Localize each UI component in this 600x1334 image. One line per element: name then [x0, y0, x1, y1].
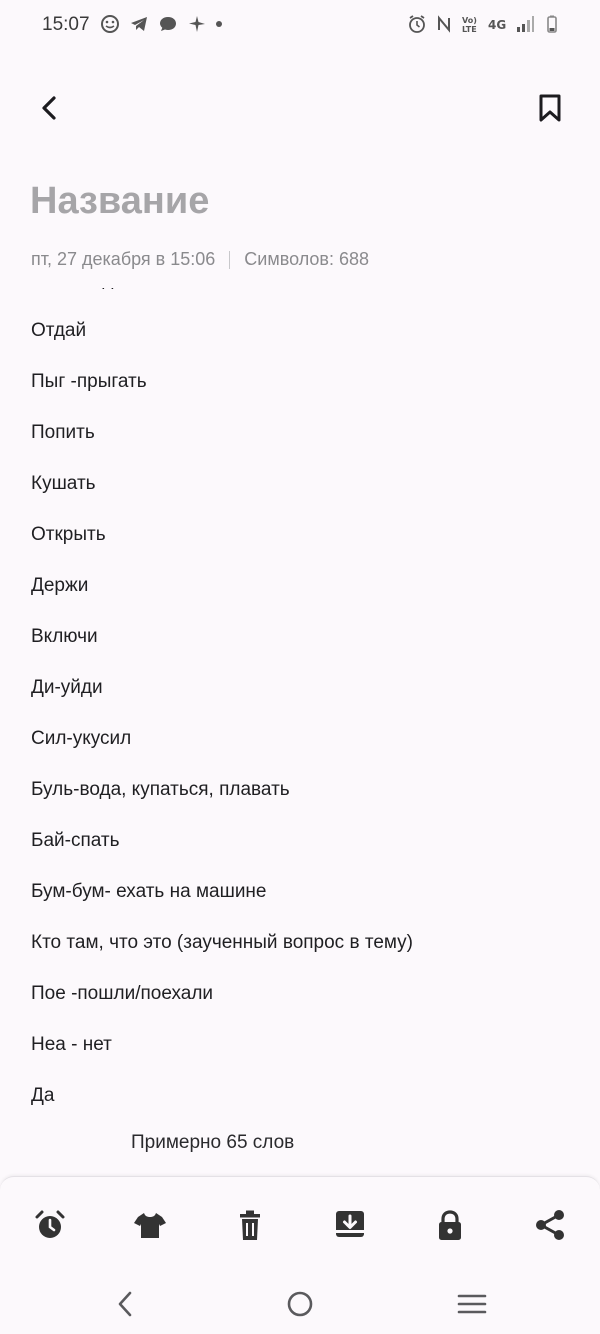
note-line: Включи [31, 626, 98, 647]
note-meta: пт, 27 декабря в 15:06 Символов: 688 [31, 249, 369, 270]
bookmark-icon[interactable] [530, 88, 570, 128]
signal-icon [517, 16, 534, 32]
note-line: Кушать [31, 473, 96, 494]
note-line: Попить [31, 422, 95, 443]
system-nav-bar [0, 1272, 600, 1334]
battery-icon [547, 15, 557, 33]
note-line: Открыть [31, 524, 106, 545]
note-line-partial: Папа надо [31, 288, 413, 319]
top-app-bar [0, 80, 600, 136]
note-line: Отдай [31, 320, 87, 341]
note-line: Держи [31, 575, 89, 596]
4g-icon: 4G [488, 18, 506, 32]
plane-icon [189, 16, 205, 32]
note-line: Ди-уйди [31, 677, 103, 698]
alarm-icon [409, 15, 425, 33]
lock-icon[interactable] [432, 1207, 468, 1243]
share-icon[interactable] [532, 1207, 568, 1243]
note-line: Буль-вода, купаться, плавать [31, 779, 290, 800]
note-line: Да [31, 1085, 55, 1106]
dot-icon [216, 21, 222, 27]
svg-text:Vo): Vo) [462, 16, 477, 25]
chat-bubble-icon [160, 17, 176, 31]
meta-divider [229, 250, 231, 269]
note-line: Неа - нет [31, 1034, 112, 1055]
notification-icons [100, 14, 222, 34]
char-count: Символов: 688 [244, 249, 370, 269]
telegram-icon [131, 17, 147, 31]
note-line: Пое -пошли/поехали [31, 983, 214, 1004]
note-body[interactable]: Папа надо Отдай Пыг -прыгать Попить Куша… [0, 288, 600, 1168]
status-time: 15:07 [42, 14, 90, 35]
note-line: Кто там, что это (заученный вопрос в тем… [31, 932, 413, 953]
svg-text:LTE: LTE [462, 25, 477, 34]
note-lines: Папа надо Отдай Пыг -прыгать Попить Куша… [31, 288, 413, 1135]
download-icon[interactable] [332, 1207, 368, 1243]
nav-home-icon[interactable] [284, 1288, 316, 1320]
note-line: Бум-бум- ехать на машине [31, 881, 267, 902]
volte-icon: Vo)LTE [462, 16, 477, 34]
note-line: Пыг -прыгать [31, 371, 147, 392]
bottom-toolbar [0, 1176, 600, 1272]
alarm-icon[interactable] [32, 1207, 68, 1243]
system-icons: Vo) LTE 4G [407, 14, 562, 34]
nav-recents-icon[interactable] [456, 1288, 488, 1320]
trash-icon[interactable] [232, 1207, 268, 1243]
emoji-icon [101, 15, 119, 33]
status-bar: 15:07 Vo) LTE 4G [0, 0, 600, 50]
note-title[interactable]: Название [30, 180, 209, 223]
note-line: Бай-спать [31, 830, 120, 851]
note-date: пт, 27 декабря в 15:06 [31, 249, 216, 269]
back-arrow-icon[interactable] [30, 88, 70, 128]
note-line: Сил-укусил [31, 728, 132, 749]
nfc-icon [438, 15, 450, 33]
svg-text:4G: 4G [488, 18, 506, 32]
tshirt-icon[interactable] [132, 1207, 168, 1243]
nav-back-icon[interactable] [110, 1288, 142, 1320]
word-count: Примерно 65 слов [131, 1132, 295, 1153]
